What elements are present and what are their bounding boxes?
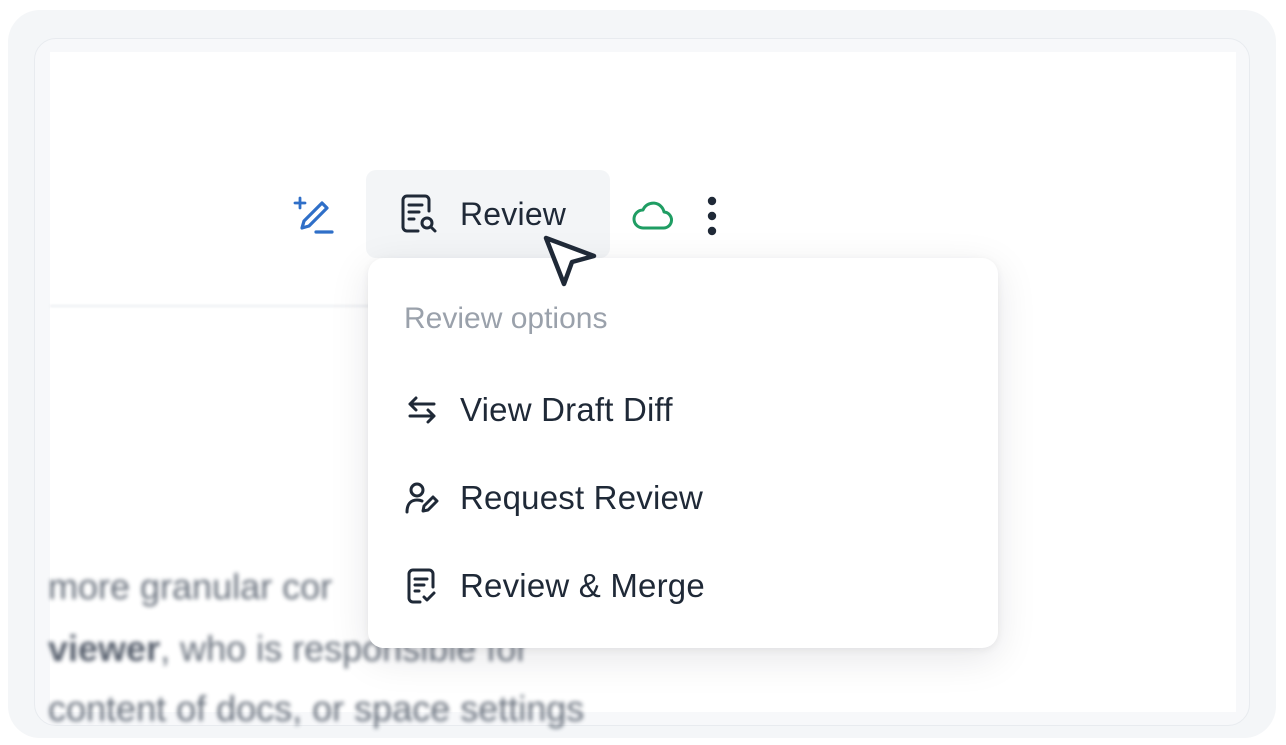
swap-arrows-icon: [404, 392, 440, 428]
doc-toolbar: Review: [290, 170, 750, 260]
document-search-icon: [401, 194, 437, 233]
review-button-label: Review: [460, 195, 567, 232]
menu-heading: Review options: [404, 302, 608, 335]
menu-item-request-review[interactable]: Request Review: [368, 463, 998, 533]
more-options-button[interactable]: [690, 190, 734, 242]
menu-item-label: Review & Merge: [460, 567, 705, 604]
background-text-line-3: content of docs, or space settings: [48, 688, 584, 730]
review-options-menu: Review options View Draft Diff Request R…: [368, 258, 998, 648]
menu-item-label: View Draft Diff: [460, 391, 673, 428]
background-text-line-1: more granular cor: [48, 566, 332, 608]
divider: [50, 305, 380, 307]
ai-edit-button[interactable]: [290, 192, 338, 240]
pencil-sparkle-icon: [293, 196, 334, 234]
background-text-fragment: more gr: [48, 566, 173, 607]
menu-item-label: Request Review: [460, 479, 704, 516]
background-text-bold: viewer: [48, 628, 161, 669]
document-check-icon: [404, 568, 440, 604]
sync-status-button[interactable]: [630, 194, 676, 238]
menu-item-review-merge[interactable]: Review & Merge: [368, 551, 998, 621]
background-text-fragment: anular cor: [172, 566, 333, 607]
cloud-icon: [632, 201, 673, 230]
review-button[interactable]: Review: [366, 170, 610, 258]
menu-item-view-draft-diff[interactable]: View Draft Diff: [368, 375, 998, 445]
user-pen-icon: [404, 480, 440, 516]
vertical-ellipsis-icon: [707, 196, 717, 236]
background-text-fragment: content of docs, or space settings: [48, 688, 585, 729]
